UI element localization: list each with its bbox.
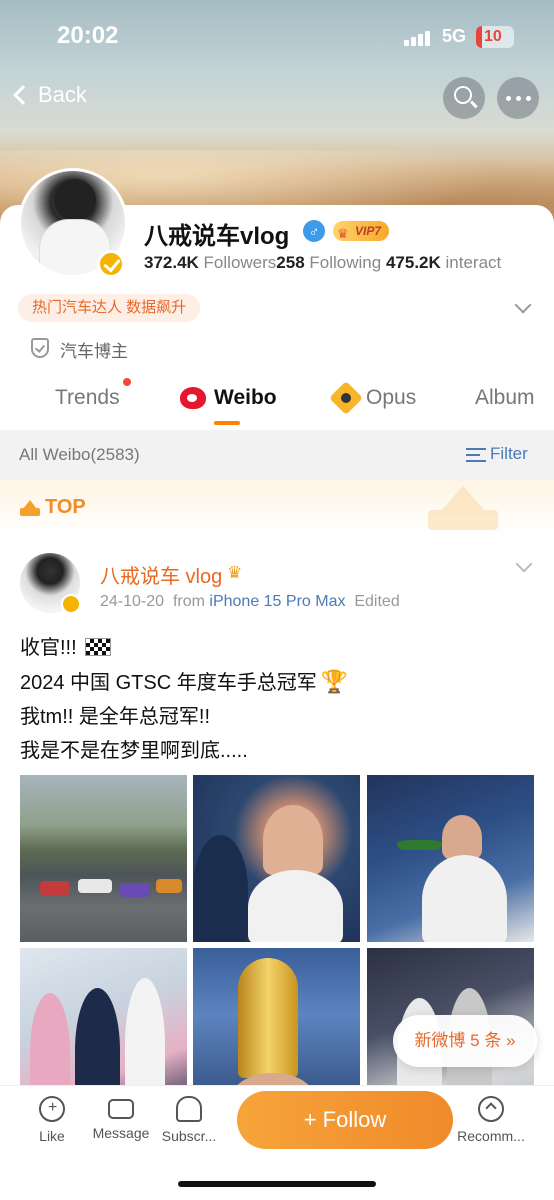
battery-level: 10 xyxy=(484,28,502,45)
opus-icon xyxy=(329,381,363,415)
double-chevron-down-icon: » xyxy=(506,1031,516,1050)
tab-opus[interactable]: Opus xyxy=(329,381,417,415)
recommend-label: Recomm... xyxy=(457,1128,525,1144)
checkered-flag-icon xyxy=(84,638,111,656)
more-button[interactable] xyxy=(497,77,539,119)
message-icon xyxy=(108,1099,134,1119)
certification-label: 汽车博主 xyxy=(60,342,128,361)
tab-label: Opus xyxy=(366,386,417,409)
profile-tabs: Trends Weibo Opus Album xyxy=(0,380,554,430)
interact-label: interact xyxy=(440,253,502,272)
network-type: 5G xyxy=(442,26,467,46)
post-edited: Edited xyxy=(354,593,400,610)
pinned-strip: TOP xyxy=(0,480,554,536)
back-button[interactable]: Back xyxy=(13,82,87,108)
post-date: 24-10-20 xyxy=(100,593,165,610)
chevron-left-icon xyxy=(13,85,33,105)
new-posts-button[interactable]: 新微博 5 条 » xyxy=(393,1015,537,1067)
new-posts-label: 新微博 5 条 xyxy=(414,1031,502,1050)
bell-icon xyxy=(176,1096,202,1122)
like-icon xyxy=(39,1096,65,1122)
subscribe-label: Subscr... xyxy=(161,1128,217,1144)
followers-count[interactable]: 372.4K xyxy=(144,253,199,272)
post-line: 收官!!! xyxy=(20,637,77,659)
profile-name: 八戒说车vlog xyxy=(144,223,290,250)
search-icon xyxy=(454,86,472,104)
post-meta: 24-10-20 from iPhone 15 Pro Max Edited xyxy=(100,593,400,611)
tab-trends[interactable]: Trends xyxy=(55,386,120,410)
gender-male-icon: ♂ xyxy=(303,220,325,242)
battery-icon: 10 xyxy=(476,26,514,48)
profile-stats: 372.4K Followers258 Following 475.2K int… xyxy=(144,253,501,273)
all-weibo-count[interactable]: All Weibo(2583) xyxy=(19,445,140,465)
search-button[interactable] xyxy=(443,77,485,119)
tab-label: Weibo xyxy=(214,386,277,409)
top-label: TOP xyxy=(20,496,86,519)
weibo-icon xyxy=(180,387,206,409)
filter-button[interactable]: Filter xyxy=(466,444,528,464)
top-text: TOP xyxy=(45,496,86,518)
post-line: 2024 中国 GTSC 年度车手总冠军 xyxy=(20,672,317,694)
active-tab-indicator xyxy=(214,421,240,425)
tab-label: Album xyxy=(475,386,535,409)
crown-icon: ♛ xyxy=(227,563,243,582)
post-text: 收官!!! 2024 中国 GTSC 年度车手总冠军 🏆 我tm!! 是全年总冠军… xyxy=(20,631,540,768)
vip-badge[interactable]: ♛ VIP7 xyxy=(333,221,390,241)
post-source[interactable]: iPhone 15 Pro Max xyxy=(209,593,345,610)
shield-icon xyxy=(31,338,49,358)
back-label: Back xyxy=(38,82,87,107)
recommend-button[interactable]: Recomm... xyxy=(446,1096,536,1144)
more-icon xyxy=(506,96,531,101)
filter-label: Filter xyxy=(490,444,528,463)
following-label[interactable]: Following xyxy=(305,253,381,272)
followers-label[interactable]: Followers xyxy=(199,253,277,272)
recommend-icon xyxy=(478,1096,504,1122)
trophy-icon: 🏆 xyxy=(320,669,349,694)
post-image-race-track[interactable] xyxy=(20,775,187,942)
vip-label: VIP7 xyxy=(355,224,382,238)
post-author[interactable]: 八戒说车 vlog xyxy=(100,560,222,589)
post-line: 我tm!! 是全年总冠军!! xyxy=(20,706,210,728)
subscribe-button[interactable]: Subscr... xyxy=(144,1096,234,1144)
post-image-champagne[interactable] xyxy=(367,775,534,942)
crown-decoration-icon xyxy=(428,486,498,530)
status-time: 20:02 xyxy=(57,22,119,49)
post-image-driver-smiling[interactable] xyxy=(193,775,360,942)
post-line: 我是不是在梦里啊到底..... xyxy=(20,740,248,762)
tab-weibo[interactable]: Weibo xyxy=(180,386,277,410)
following-count[interactable]: 258 xyxy=(276,253,304,272)
tab-album[interactable]: Album xyxy=(475,386,535,410)
filter-bar: All Weibo(2583) Filter xyxy=(0,430,554,480)
follow-button[interactable]: + Follow xyxy=(237,1091,453,1149)
chevron-down-icon[interactable] xyxy=(515,555,533,573)
home-indicator[interactable] xyxy=(178,1181,376,1187)
tab-label: Trends xyxy=(55,386,120,409)
verified-badge-icon xyxy=(61,594,81,614)
verified-badge-icon xyxy=(97,250,125,278)
hot-tag[interactable]: 热门汽车达人 数据飙升 xyxy=(18,294,201,322)
crown-icon xyxy=(20,499,40,516)
post-from: from xyxy=(172,593,210,610)
signal-icon xyxy=(404,30,434,46)
status-bar: 20:02 5G 10 xyxy=(0,0,554,72)
notification-dot xyxy=(123,378,131,386)
filter-icon xyxy=(466,446,486,462)
interact-count: 475.2K xyxy=(385,253,441,272)
crown-icon: ♛ xyxy=(337,226,349,241)
